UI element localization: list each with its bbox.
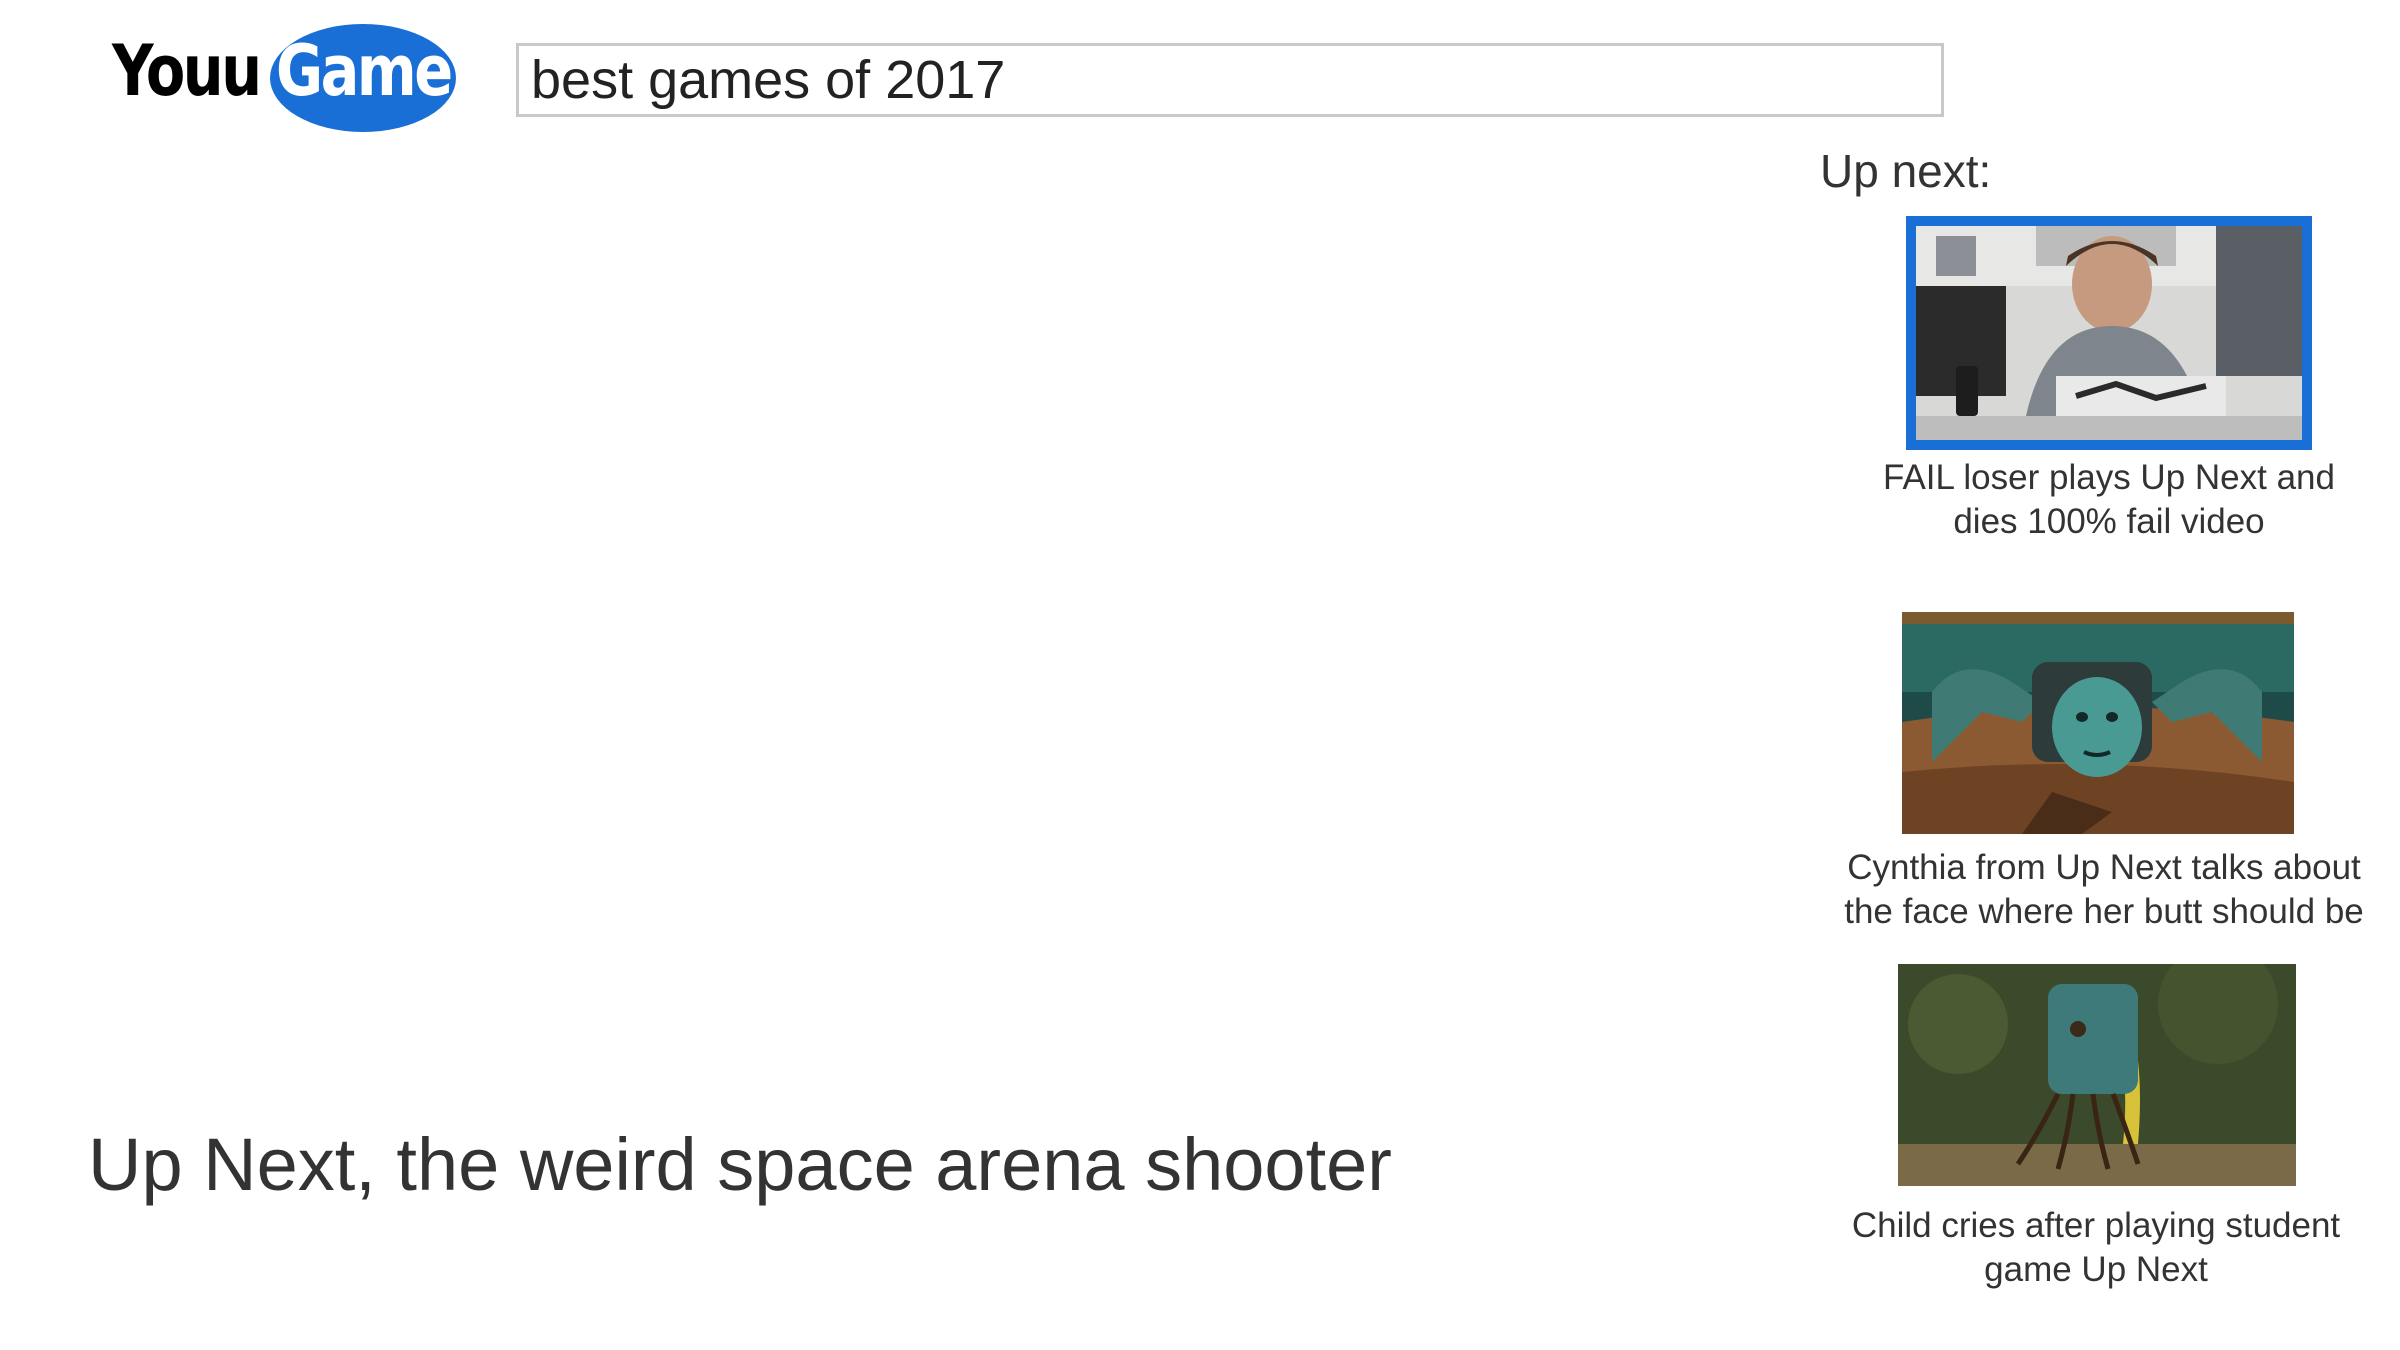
logo-suffix-text: Game (276, 30, 453, 112)
caption-2-line-1: Cynthia from Up Next talks about (1847, 848, 2361, 887)
logo-prefix-text: Youu (112, 30, 262, 112)
caption-3-line-1: Child cries after playing student (1851, 1206, 2341, 1245)
caption-2-line-2: the face where her butt should be (1844, 892, 2364, 931)
site-logo[interactable]: Youu Game (112, 24, 457, 134)
up-next-item-2[interactable]: Cynthia from Up Next talks about the fac… (1814, 612, 2394, 942)
thumbnail-3-image (1898, 964, 2296, 1186)
thumbnail-1-image (1916, 226, 2302, 440)
caption-3-line-2: game Up Next (1984, 1250, 2208, 1289)
up-next-item-1[interactable]: FAIL loser plays Up Next and dies 100% f… (1860, 216, 2380, 546)
video-thumbnail-3[interactable] (1898, 964, 2296, 1186)
video-thumbnail-1[interactable] (1906, 216, 2312, 450)
video-caption-3[interactable]: Child cries after playing student game U… (1822, 1204, 2370, 1292)
up-next-heading: Up next: (1820, 145, 1992, 197)
video-caption-1[interactable]: FAIL loser plays Up Next and dies 100% f… (1860, 456, 2358, 544)
thumbnail-2-image (1902, 612, 2294, 834)
up-next-item-3[interactable]: Child cries after playing student game U… (1822, 964, 2382, 1304)
caption-1-line-1: FAIL loser plays Up Next and (1883, 458, 2335, 497)
page: Youu Game Up Next, the weird space arena… (0, 0, 2400, 1350)
video-thumbnail-2[interactable] (1902, 612, 2294, 834)
video-title: Up Next, the weird space arena shooter (88, 1123, 1392, 1206)
video-caption-2[interactable]: Cynthia from Up Next talks about the fac… (1814, 846, 2394, 934)
caption-1-line-2: dies 100% fail video (1953, 502, 2265, 541)
search-input[interactable] (516, 43, 1944, 117)
